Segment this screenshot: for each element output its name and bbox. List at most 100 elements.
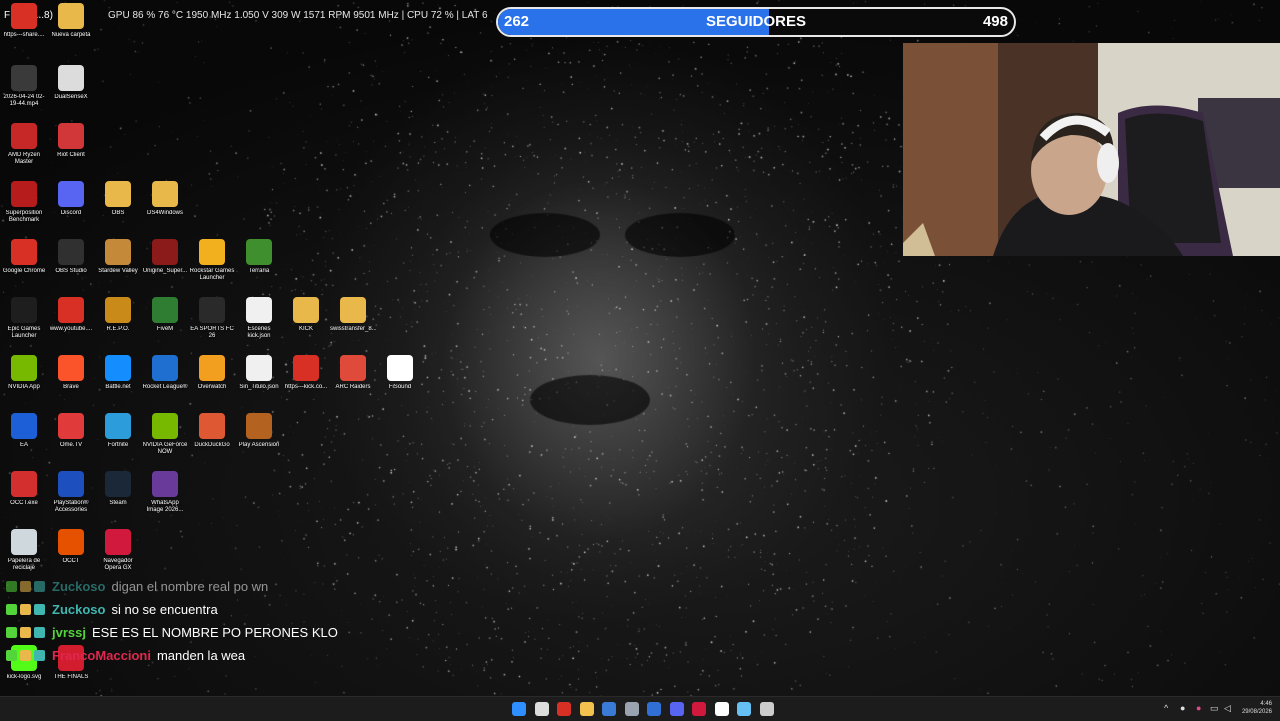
store-icon[interactable] (602, 702, 616, 716)
desktop-icon-label: Superposition Benchmark (5, 210, 43, 223)
network-icon[interactable]: ▭ (1210, 703, 1219, 714)
folder-icon (58, 3, 84, 29)
desktop-icon[interactable]: https---kick.co... (283, 355, 329, 391)
desktop-icon[interactable]: Epic Games Launcher (1, 297, 47, 340)
obs-icon (58, 239, 84, 265)
steam-icon[interactable] (737, 702, 751, 716)
desktop-icon-label: DualSenseX (54, 94, 88, 100)
desktop-icon[interactable]: PlayStation® Accessories (48, 471, 94, 514)
fivem-icon (152, 297, 178, 323)
desktop-icon[interactable]: Discord (48, 181, 94, 217)
desktop-icon[interactable]: DualSenseX (48, 65, 94, 101)
webcam-scene (903, 43, 1280, 256)
desktop-icon[interactable]: WhatsApp Image 2026... (142, 471, 188, 514)
desktop-icon[interactable]: Superposition Benchmark (1, 181, 47, 224)
desktop-icon[interactable]: Fortnite (95, 413, 141, 449)
chat-username: Zuckoso (52, 579, 106, 594)
desktop-icon[interactable]: FiSound (377, 355, 423, 391)
desktop-icon[interactable]: NVIDIA GeForce NOW (142, 413, 188, 456)
discord-icon[interactable] (669, 702, 684, 716)
arc-raiders-icon (340, 355, 366, 381)
settings-icon[interactable] (624, 702, 639, 716)
desktop-icon[interactable]: OCCT.exe (1, 471, 47, 507)
desktop-icon[interactable]: Navegador Opera GX (95, 529, 141, 572)
opera-gx-icon[interactable] (692, 702, 706, 716)
desktop-icon[interactable]: https---share.... (1, 3, 47, 39)
desktop-icon[interactable]: www.youtube.... (48, 297, 94, 333)
desktop-icon[interactable]: Rockstar Games Launcher (189, 239, 235, 282)
desktop-icon[interactable]: Ome.TV (48, 413, 94, 449)
desktop-icon[interactable]: swisstransfer_8... (330, 297, 376, 333)
tray-app-icon[interactable]: ● (1180, 703, 1185, 713)
desktop-icon[interactable]: Unigine_Super... (142, 239, 188, 275)
desktop-icon[interactable]: Nueva carpeta (48, 3, 94, 39)
desktop-icon[interactable]: Terraria (236, 239, 282, 275)
desktop-icon-label: R.E.P.O. (106, 326, 130, 332)
desktop-icon[interactable]: Google Chrome (1, 239, 47, 275)
desktop-icon[interactable]: KICK (283, 297, 329, 333)
chat-badge-icon (20, 604, 31, 615)
desktop-icon-label: Stardew Valley (98, 268, 138, 274)
obs-icon[interactable] (759, 702, 774, 716)
follower-goal-label: SEGUIDORES (705, 13, 807, 30)
desktop-icon[interactable]: OCCT (48, 529, 94, 565)
desktop-icon[interactable]: NVIDIA App (1, 355, 47, 391)
chat-badge-icon (6, 627, 17, 638)
desktop-icon[interactable]: DuckDuckGo (189, 413, 235, 449)
desktop-icon[interactable]: FiveM (142, 297, 188, 333)
desktop-icon[interactable]: Stardew Valley (95, 239, 141, 275)
occt-icon (11, 471, 37, 497)
desktop-icon[interactable]: DS4Windows (142, 181, 188, 217)
desktop-icon[interactable]: 2026-04-24 02-19-44.mp4 (1, 65, 47, 108)
chat-badge-icon (6, 604, 17, 615)
desktop-icon[interactable]: Steam (95, 471, 141, 507)
occt-icon (58, 529, 84, 555)
desktop-icon[interactable]: EA (1, 413, 47, 449)
battlenet-icon (105, 355, 131, 381)
chrome-icon[interactable] (557, 702, 571, 716)
desktop-icon-label: Rocket League® (142, 384, 188, 390)
desktop-icon[interactable]: Play Ascension (236, 413, 282, 449)
chat-username: Zuckoso (52, 602, 106, 617)
desktop-icon[interactable]: Escenes kick.json (236, 297, 282, 340)
system-clock[interactable]: 4:46 29/08/2026 (1242, 700, 1272, 716)
opera-gx-icon (105, 529, 131, 555)
fisound-icon (387, 355, 413, 381)
chat-message-text: manden la wea (156, 648, 246, 663)
desktop-icon[interactable]: OBS Studio (48, 239, 94, 275)
desktop-icon[interactable]: Sin_Titulo.json (236, 355, 282, 391)
follower-count-goal: 498 (982, 13, 1008, 30)
desktop-icon[interactable]: R.E.P.O. (95, 297, 141, 333)
desktop-icon[interactable]: Brave (48, 355, 94, 391)
follower-goal-bar: SEGUIDORES 262 498 (496, 7, 1016, 37)
desktop-icon[interactable]: ARC Raiders (330, 355, 376, 391)
tray-mic-icon[interactable]: ● (1196, 703, 1201, 713)
desktop-icon[interactable]: Papelera de reciclaje (1, 529, 47, 572)
volume-icon[interactable]: ◁ (1224, 703, 1231, 714)
desktop-icon[interactable]: AMD Ryzen Master (1, 123, 47, 166)
chrome-icon (11, 3, 37, 29)
file-explorer-icon[interactable] (579, 702, 594, 716)
windows-start-icon[interactable] (512, 702, 526, 716)
desktop-icon-label: swisstransfer_8... (330, 326, 376, 332)
ascension-icon (246, 413, 272, 439)
desktop-icon[interactable]: EA SPORTS FC 26 (189, 297, 235, 340)
desktop-icon[interactable]: OBS (95, 181, 141, 217)
desktop-icon-label: DS4Windows (146, 210, 183, 216)
chat-badge-icon (20, 581, 31, 592)
desktop-icon[interactable]: Rocket League® (142, 355, 188, 391)
tray-overflow-chevron-icon[interactable]: ^ (1164, 703, 1168, 713)
desktop-icon-label: EA (19, 442, 28, 448)
chat-badge-icon (6, 650, 17, 661)
search-icon[interactable] (534, 702, 549, 716)
image-file-icon (152, 471, 178, 497)
unigine-icon (152, 239, 178, 265)
chat-message-text: si no se encuentra (111, 602, 218, 617)
chat-badge-icon (34, 627, 45, 638)
fisound-icon[interactable] (714, 702, 729, 716)
mail-icon[interactable] (647, 702, 661, 716)
clock-time: 4:46 (1260, 701, 1272, 707)
desktop-icon[interactable]: Overwatch (189, 355, 235, 391)
desktop-icon[interactable]: Battle.net (95, 355, 141, 391)
desktop-icon[interactable]: Riot Client (48, 123, 94, 159)
